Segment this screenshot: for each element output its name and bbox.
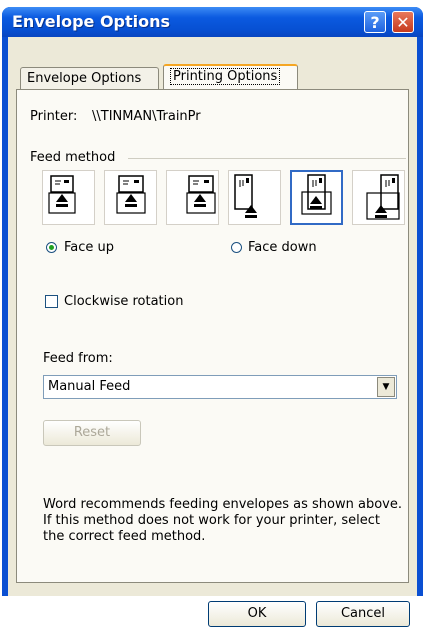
tab-printing-options[interactable]: Printing Options (163, 64, 298, 90)
title-bar[interactable]: Envelope Options ? ✕ (2, 7, 423, 37)
feed-method-divider (128, 158, 406, 159)
dialog-client-area: Envelope Options Printing Options Printe… (8, 37, 417, 627)
radio-selected-dot (49, 245, 54, 250)
help-icon: ? (370, 13, 380, 32)
face-down-radio[interactable] (231, 242, 242, 253)
feed-method-heading: Feed method (30, 150, 116, 165)
envelope-options-dialog: Envelope Options ? ✕ Envelope Options Pr… (2, 7, 423, 627)
printer-value: \\TINMAN\TrainPr (92, 109, 201, 124)
window-title: Envelope Options (12, 12, 171, 31)
feed-from-label: Feed from: (43, 351, 113, 366)
tab-label: Printing Options (170, 68, 281, 85)
face-up-label[interactable]: Face up (64, 240, 114, 255)
portrait-left-feed-icon (234, 174, 257, 218)
feed-option-2[interactable] (104, 170, 157, 225)
landscape-right-feed-icon (186, 175, 216, 214)
ok-label: OK (247, 606, 267, 621)
feed-option-5[interactable] (290, 170, 343, 225)
portrait-center-feed-icon (301, 174, 332, 215)
tab-envelope-options[interactable]: Envelope Options (20, 67, 159, 89)
close-icon: ✕ (396, 13, 410, 32)
landscape-center-feed-icon (116, 175, 146, 214)
help-button[interactable]: ? (364, 11, 386, 33)
printer-label: Printer: (30, 109, 78, 124)
cancel-button[interactable]: Cancel (316, 601, 410, 627)
feed-recommendation-text: Word recommends feeding envelopes as sho… (43, 497, 402, 544)
portrait-right-feed-icon (366, 174, 400, 220)
reset-button[interactable]: Reset (43, 420, 141, 446)
cancel-label: Cancel (340, 606, 386, 621)
landscape-left-feed-icon (48, 175, 76, 214)
ok-button[interactable]: OK (208, 601, 306, 627)
tab-label: Envelope Options (27, 71, 142, 86)
feed-from-select[interactable]: Manual Feed ▼ (43, 375, 397, 399)
feed-option-1[interactable] (42, 170, 95, 225)
close-button[interactable]: ✕ (392, 11, 414, 33)
feed-from-value: Manual Feed (48, 379, 131, 394)
clockwise-rotation-label[interactable]: Clockwise rotation (64, 294, 183, 309)
face-up-radio[interactable] (46, 242, 57, 253)
feed-option-3[interactable] (166, 170, 219, 225)
feed-option-6[interactable] (352, 170, 405, 225)
clockwise-rotation-checkbox[interactable] (45, 295, 58, 308)
reset-label: Reset (73, 425, 111, 440)
feed-option-4[interactable] (228, 170, 281, 225)
dropdown-arrow-icon[interactable]: ▼ (377, 377, 395, 397)
face-down-label[interactable]: Face down (248, 240, 317, 255)
